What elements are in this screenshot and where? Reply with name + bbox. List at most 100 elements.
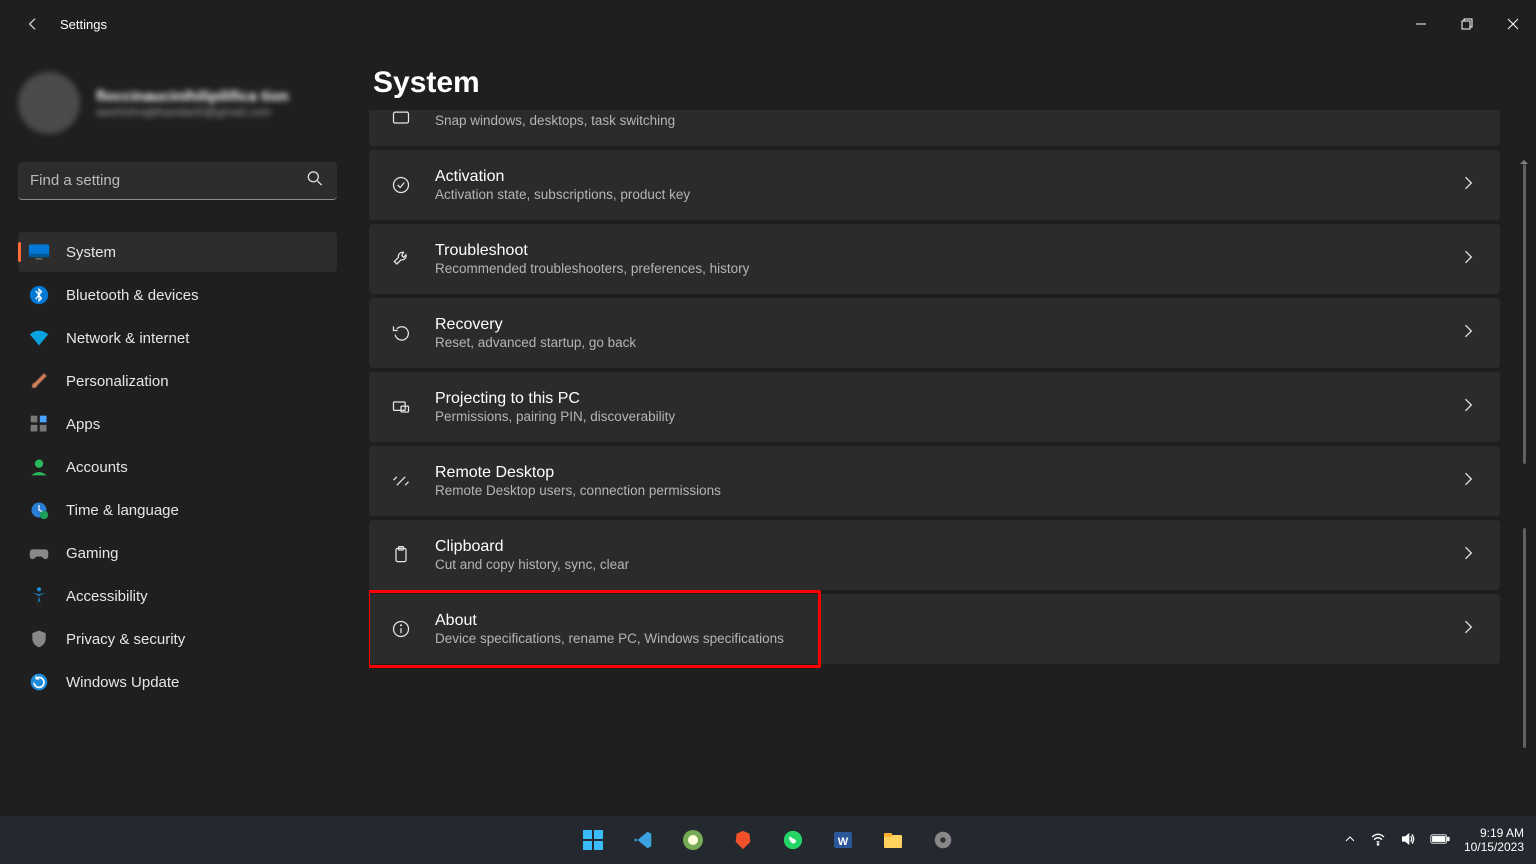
row-title: Projecting to this PC — [435, 390, 1438, 408]
sidebar-item-apps[interactable]: Apps — [18, 404, 337, 444]
scrollbar-track[interactable] — [1523, 164, 1526, 464]
window-title: Settings — [60, 17, 107, 32]
close-button[interactable] — [1490, 0, 1536, 48]
row-subtitle: Remote Desktop users, connection permiss… — [435, 483, 1438, 498]
sidebar-item-gaming[interactable]: Gaming — [18, 533, 337, 573]
row-title: About — [435, 612, 1438, 630]
minimize-button[interactable] — [1398, 0, 1444, 48]
search-input[interactable] — [18, 162, 337, 200]
chevron-right-icon — [1458, 395, 1478, 420]
row-subtitle: Permissions, pairing PIN, discoverabilit… — [435, 409, 1438, 424]
sidebar-item-label: Gaming — [66, 545, 119, 562]
avatar — [18, 72, 80, 134]
search-icon — [305, 169, 325, 194]
row-subtitle: Device specifications, rename PC, Window… — [435, 631, 1438, 646]
gamepad-icon — [28, 542, 50, 564]
sidebar-item-label: Personalization — [66, 373, 169, 390]
settings-app-icon[interactable] — [929, 826, 957, 854]
row-title: Clipboard — [435, 538, 1438, 556]
clock-time: 9:19 AM — [1464, 826, 1524, 840]
start-icon[interactable] — [579, 826, 607, 854]
clock-date: 10/15/2023 — [1464, 840, 1524, 854]
sidebar-item-update[interactable]: Windows Update — [18, 662, 337, 702]
sidebar: floccinaucinihilipilifica tion aashishra… — [0, 48, 355, 864]
sidebar-item-label: Windows Update — [66, 674, 179, 691]
row-subtitle: Activation state, subscriptions, product… — [435, 187, 1438, 202]
sidebar-item-label: Network & internet — [66, 330, 189, 347]
row-activation[interactable]: ActivationActivation state, subscription… — [369, 150, 1500, 220]
brave-icon[interactable] — [729, 826, 757, 854]
taskbar-right: 9:19 AM 10/15/2023 — [1344, 826, 1524, 855]
recovery-icon — [387, 319, 415, 347]
row-projecting[interactable]: Projecting to this PCPermissions, pairin… — [369, 372, 1500, 442]
taskbar-center: W — [579, 826, 957, 854]
profile-name: floccinaucinihilipilifica tion — [96, 88, 289, 105]
sidebar-item-label: Accounts — [66, 459, 128, 476]
tray-chevron-icon[interactable] — [1344, 833, 1356, 848]
row-title: Recovery — [435, 316, 1438, 334]
apps-icon — [28, 413, 50, 435]
person-icon — [28, 456, 50, 478]
sidebar-item-personalization[interactable]: Personalization — [18, 361, 337, 401]
row-recovery[interactable]: RecoveryReset, advanced startup, go back — [369, 298, 1500, 368]
chevron-right-icon — [1458, 469, 1478, 494]
row-about[interactable]: AboutDevice specifications, rename PC, W… — [369, 594, 1500, 664]
vscode-icon[interactable] — [629, 826, 657, 854]
update-icon — [28, 671, 50, 693]
sidebar-item-label: Bluetooth & devices — [66, 287, 199, 304]
row-subtitle: Cut and copy history, sync, clear — [435, 557, 1438, 572]
row-remote-desktop[interactable]: Remote DesktopRemote Desktop users, conn… — [369, 446, 1500, 516]
shield-icon — [28, 628, 50, 650]
tray-battery-icon[interactable] — [1430, 833, 1450, 848]
row-subtitle: Recommended troubleshooters, preferences… — [435, 261, 1438, 276]
settings-window: Settings floccinaucinihilipilifica tion … — [0, 0, 1536, 864]
row-troubleshoot[interactable]: TroubleshootRecommended troubleshooters,… — [369, 224, 1500, 294]
row-clipboard[interactable]: ClipboardCut and copy history, sync, cle… — [369, 520, 1500, 590]
sidebar-item-accessibility[interactable]: Accessibility — [18, 576, 337, 616]
tray-volume-icon[interactable] — [1400, 831, 1416, 850]
search-box[interactable] — [18, 162, 337, 200]
taskbar[interactable]: W 9:19 AM 10/15/2023 — [0, 816, 1536, 864]
window-controls — [1398, 0, 1536, 48]
sidebar-nav: System Bluetooth & devices Network & int… — [18, 232, 337, 702]
sidebar-item-label: Accessibility — [66, 588, 148, 605]
accessibility-icon — [28, 585, 50, 607]
system-clock[interactable]: 9:19 AM 10/15/2023 — [1464, 826, 1524, 855]
page-title: System — [373, 66, 1536, 100]
info-icon — [387, 615, 415, 643]
profile[interactable]: floccinaucinihilipilifica tion aashishra… — [18, 72, 337, 134]
clock-globe-icon — [28, 499, 50, 521]
sidebar-item-time[interactable]: Time & language — [18, 490, 337, 530]
scrollbar-thumb[interactable] — [1523, 528, 1526, 748]
checkmark-circle-icon — [387, 171, 415, 199]
svg-text:W: W — [838, 836, 849, 848]
row-multitasking-partial[interactable]: Snap windows, desktops, task switching — [369, 110, 1500, 146]
row-title: Remote Desktop — [435, 464, 1438, 482]
chevron-right-icon — [1458, 321, 1478, 346]
titlebar: Settings — [0, 0, 1536, 48]
word-icon[interactable]: W — [829, 826, 857, 854]
sidebar-item-bluetooth[interactable]: Bluetooth & devices — [18, 275, 337, 315]
sidebar-item-network[interactable]: Network & internet — [18, 318, 337, 358]
explorer-icon[interactable] — [879, 826, 907, 854]
remote-icon — [387, 467, 415, 495]
chevron-right-icon — [1458, 617, 1478, 642]
profile-email: aashishrajbhandari0@gmail.com — [96, 105, 289, 119]
sidebar-item-privacy[interactable]: Privacy & security — [18, 619, 337, 659]
sidebar-item-label: Privacy & security — [66, 631, 185, 648]
project-icon — [387, 393, 415, 421]
chevron-right-icon — [1458, 173, 1478, 198]
settings-list[interactable]: Snap windows, desktops, task switching A… — [369, 110, 1500, 664]
settings-list-wrap: Snap windows, desktops, task switching A… — [369, 110, 1536, 864]
sidebar-item-system[interactable]: System — [18, 232, 337, 272]
whatsapp-icon[interactable] — [779, 826, 807, 854]
maximize-button[interactable] — [1444, 0, 1490, 48]
chevron-right-icon — [1458, 247, 1478, 272]
tray-wifi-icon[interactable] — [1370, 831, 1386, 850]
wrench-icon — [387, 245, 415, 273]
sidebar-item-accounts[interactable]: Accounts — [18, 447, 337, 487]
sidebar-item-label: Time & language — [66, 502, 179, 519]
row-title: Activation — [435, 168, 1438, 186]
back-icon[interactable] — [24, 15, 42, 33]
browser-icon[interactable] — [679, 826, 707, 854]
